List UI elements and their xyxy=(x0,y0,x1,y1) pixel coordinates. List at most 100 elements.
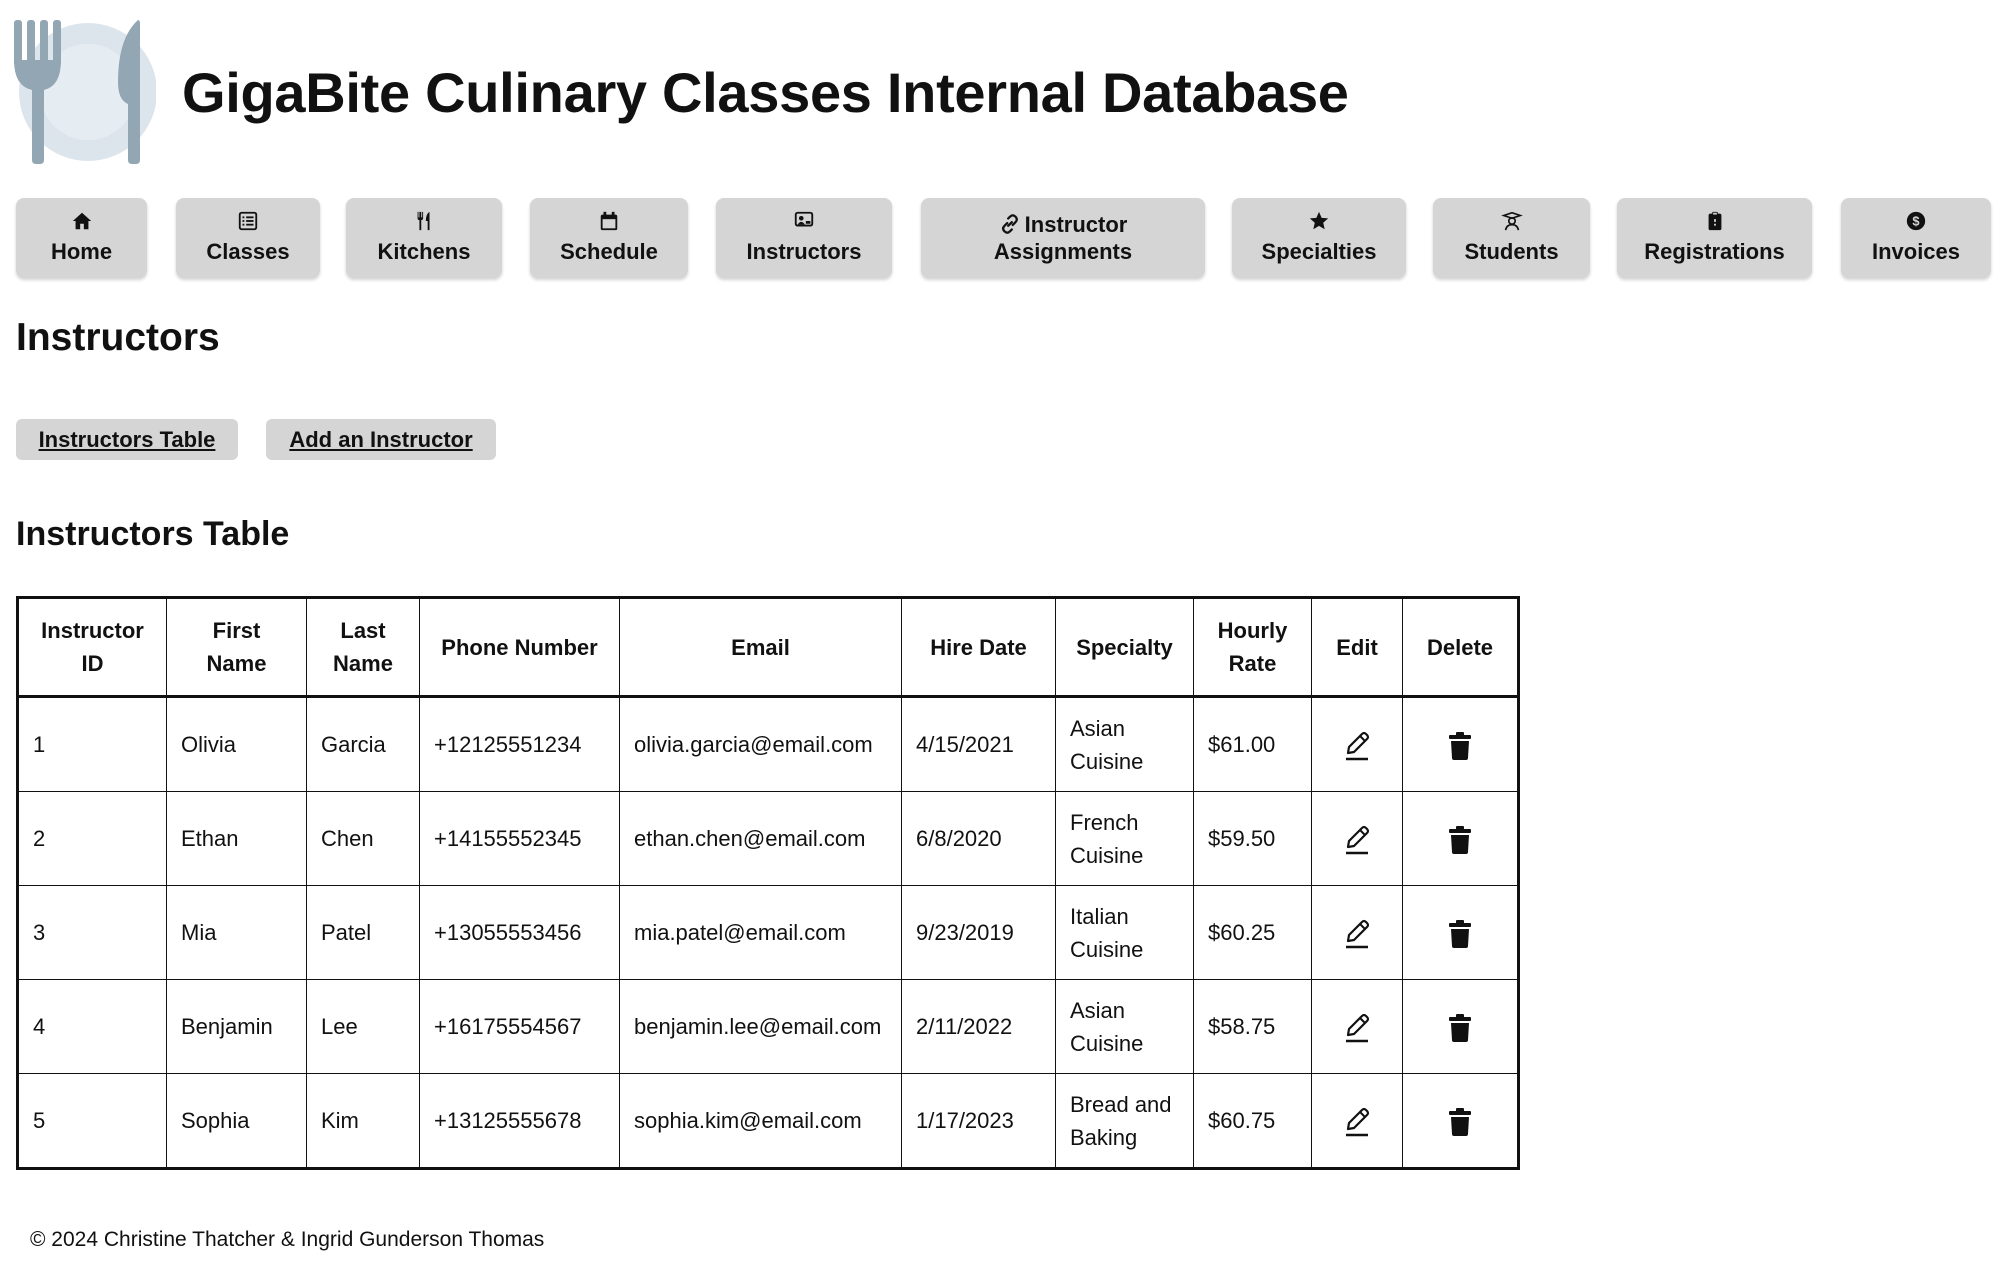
add-instructor-link[interactable]: Add an Instructor xyxy=(266,419,496,460)
table-row: 1 Olivia Garcia +12125551234 olivia.garc… xyxy=(17,696,1519,792)
cell-hourly-rate: $60.25 xyxy=(1193,885,1312,980)
trash-icon[interactable] xyxy=(1449,732,1471,761)
cell-hourly-rate: $58.75 xyxy=(1193,979,1312,1074)
utensils-icon xyxy=(417,212,430,231)
nav-instructor-assignments-button[interactable]: Instructor Assignments xyxy=(921,198,1205,278)
cell-last-name: Garcia xyxy=(306,696,420,792)
nav-instructors-button[interactable]: Instructors xyxy=(716,198,892,278)
cell-email: mia.patel@email.com xyxy=(619,885,902,980)
cell-last-name: Lee xyxy=(306,979,420,1074)
cell-first-name: Benjamin xyxy=(166,979,307,1074)
svg-text:$: $ xyxy=(1912,214,1919,229)
instructors-table-link[interactable]: Instructors Table xyxy=(16,419,238,460)
page-title: Instructors xyxy=(16,316,220,359)
nav-instructors-label: Instructors xyxy=(746,239,862,265)
cell-first-name: Olivia xyxy=(166,696,307,792)
nav-classes-label: Classes xyxy=(206,239,290,265)
cell-specialty: Asian Cuisine xyxy=(1055,696,1194,792)
column-header-phone-number: Phone Number xyxy=(419,597,620,698)
cell-specialty: Italian Cuisine xyxy=(1055,885,1194,980)
site-title: GigaBite Culinary Classes Internal Datab… xyxy=(182,60,1349,124)
cell-edit xyxy=(1311,791,1403,886)
column-header-hire-date: Hire Date xyxy=(901,597,1056,698)
nav-students-button[interactable]: Students xyxy=(1433,198,1590,278)
cell-phone-number: +13125555678 xyxy=(419,1073,620,1169)
column-header-delete: Delete xyxy=(1402,597,1519,698)
nav-schedule-label: Schedule xyxy=(560,239,658,265)
column-header-first-name: First Name xyxy=(166,597,307,698)
cell-delete xyxy=(1402,1073,1519,1169)
cell-instructor-id: 3 xyxy=(17,885,167,980)
cell-hire-date: 4/15/2021 xyxy=(901,696,1056,792)
cell-first-name: Mia xyxy=(166,885,307,980)
cell-hire-date: 1/17/2023 xyxy=(901,1073,1056,1169)
nav-registrations-button[interactable]: Registrations xyxy=(1617,198,1812,278)
column-header-email: Email xyxy=(619,597,902,698)
link-icon xyxy=(1001,214,1018,235)
clipboard-icon xyxy=(1708,212,1721,231)
cell-delete xyxy=(1402,979,1519,1074)
home-icon xyxy=(72,213,91,230)
list-icon xyxy=(238,212,258,231)
cell-phone-number: +14155552345 xyxy=(419,791,620,886)
cell-hourly-rate: $59.50 xyxy=(1193,791,1312,886)
cell-delete xyxy=(1402,696,1519,792)
cell-phone-number: +12125551234 xyxy=(419,696,620,792)
nav-classes-button[interactable]: Classes xyxy=(176,198,320,278)
cell-last-name: Patel xyxy=(306,885,420,980)
pencil-icon[interactable] xyxy=(1344,1107,1370,1137)
nav-invoices-button[interactable]: $ Invoices xyxy=(1841,198,1991,278)
cell-hire-date: 6/8/2020 xyxy=(901,791,1056,886)
dollar-circle-icon: $ xyxy=(1906,212,1926,231)
star-icon xyxy=(1309,212,1329,230)
cell-delete xyxy=(1402,885,1519,980)
nav-invoices-label: Invoices xyxy=(1871,239,1961,265)
nav-kitchens-button[interactable]: Kitchens xyxy=(346,198,502,278)
table-row: 5 Sophia Kim +13125555678 sophia.kim@ema… xyxy=(17,1073,1519,1169)
footer-copyright: © 2024 Christine Thatcher & Ingrid Gunde… xyxy=(30,1228,545,1251)
table-row: 3 Mia Patel +13055553456 mia.patel@email… xyxy=(17,885,1519,980)
plate-fork-knife-icon xyxy=(14,20,156,164)
cell-email: benjamin.lee@email.com xyxy=(619,979,902,1074)
cell-instructor-id: 4 xyxy=(17,979,167,1074)
pencil-icon[interactable] xyxy=(1344,1013,1370,1043)
column-header-edit: Edit xyxy=(1311,597,1403,698)
trash-icon[interactable] xyxy=(1449,920,1471,949)
pencil-icon[interactable] xyxy=(1344,731,1370,761)
cell-instructor-id: 5 xyxy=(17,1073,167,1169)
cell-instructor-id: 2 xyxy=(17,791,167,886)
nav-specialties-button[interactable]: Specialties xyxy=(1232,198,1406,278)
cell-phone-number: +16175554567 xyxy=(419,979,620,1074)
nav-kitchens-label: Kitchens xyxy=(377,239,471,265)
cell-edit xyxy=(1311,1073,1403,1169)
column-header-instructor-id: Instructor ID xyxy=(17,597,167,698)
cell-email: ethan.chen@email.com xyxy=(619,791,902,886)
cell-hire-date: 2/11/2022 xyxy=(901,979,1056,1074)
cell-hourly-rate: $61.00 xyxy=(1193,696,1312,792)
table-header-row: Instructor ID First Name Last Name Phone N… xyxy=(17,597,1519,698)
main-nav: Home Classes Kitchens Schedule Instructo… xyxy=(16,198,1991,278)
cell-edit xyxy=(1311,885,1403,980)
cell-first-name: Ethan xyxy=(166,791,307,886)
nav-instructor-assignments-label-line1: Instructor xyxy=(1024,211,1128,237)
instructors-table: Instructor ID First Name Last Name Phone N… xyxy=(16,596,1520,1170)
trash-icon[interactable] xyxy=(1449,1108,1471,1137)
cell-phone-number: +13055553456 xyxy=(419,885,620,980)
nav-schedule-button[interactable]: Schedule xyxy=(530,198,688,278)
cell-last-name: Chen xyxy=(306,791,420,886)
nav-registrations-label: Registrations xyxy=(1644,239,1785,265)
cell-email: olivia.garcia@email.com xyxy=(619,696,902,792)
cell-edit xyxy=(1311,979,1403,1074)
nav-home-button[interactable]: Home xyxy=(16,198,147,278)
column-header-last-name: Last Name xyxy=(306,597,420,698)
column-header-hourly-rate: Hourly Rate xyxy=(1193,597,1312,698)
pencil-icon[interactable] xyxy=(1344,919,1370,949)
site-header: GigaBite Culinary Classes Internal Datab… xyxy=(14,20,1349,164)
cell-hourly-rate: $60.75 xyxy=(1193,1073,1312,1169)
cell-delete xyxy=(1402,791,1519,886)
trash-icon[interactable] xyxy=(1449,826,1471,855)
trash-icon[interactable] xyxy=(1449,1014,1471,1043)
pencil-icon[interactable] xyxy=(1344,825,1370,855)
user-graduate-icon xyxy=(1500,212,1523,231)
column-header-specialty: Specialty xyxy=(1055,597,1194,698)
